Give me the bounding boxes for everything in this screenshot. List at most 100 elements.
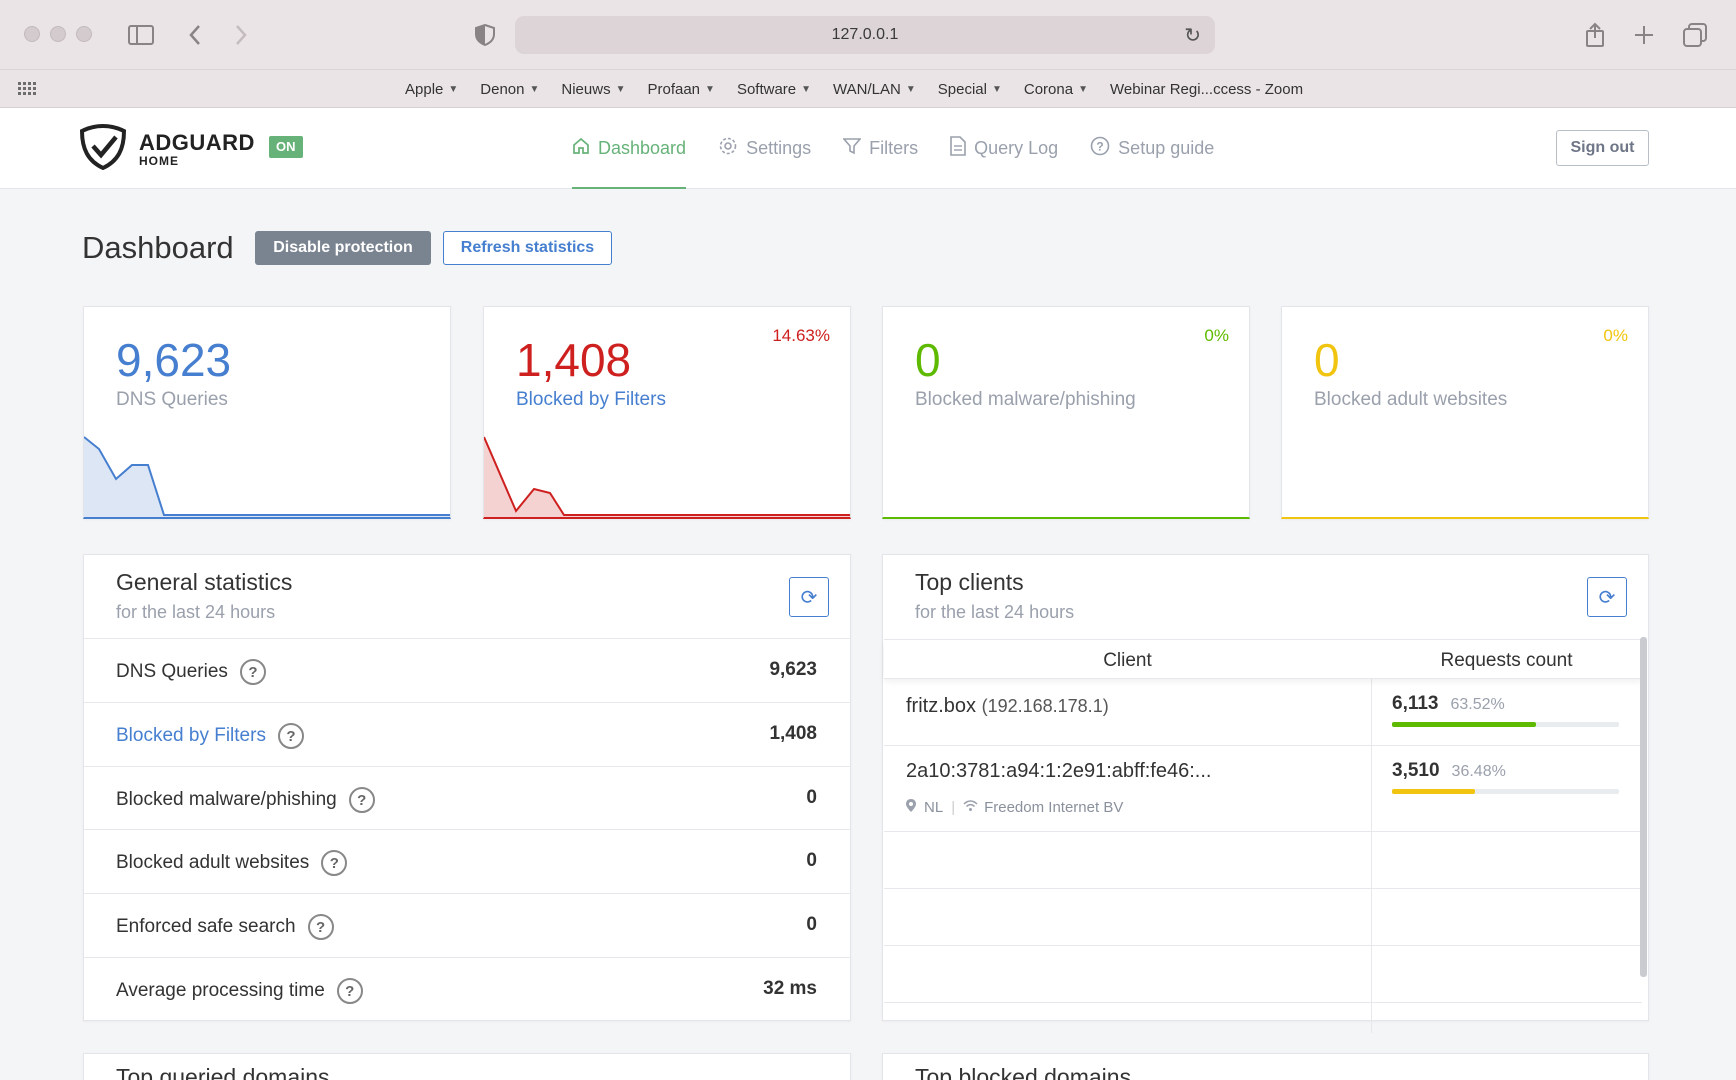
tab-overview-icon[interactable]	[1682, 18, 1708, 52]
client-hostname[interactable]: fritz.box	[906, 695, 976, 717]
minimize-window-button[interactable]	[50, 26, 66, 42]
help-icon[interactable]: ?	[348, 787, 375, 813]
chevron-down-icon: ▼	[801, 83, 812, 95]
column-header-requests-count[interactable]: Requests count	[1371, 650, 1642, 672]
bookmark-folder-denon[interactable]: Denon ▼	[480, 81, 539, 98]
bookmark-folder-corona[interactable]: Corona ▼	[1024, 81, 1088, 98]
stat-card-blocked-adult: 0 Blocked adult websites 0%	[1281, 306, 1649, 519]
new-tab-icon[interactable]	[1631, 18, 1657, 52]
bookmark-label: Denon	[480, 80, 525, 98]
help-icon[interactable]: ?	[307, 914, 334, 940]
column-header-client[interactable]: Client	[884, 650, 1371, 672]
location-pin-icon	[906, 799, 916, 816]
bookmark-label: Nieuws	[561, 80, 611, 98]
stat-label-link[interactable]: Blocked by Filters	[516, 389, 666, 411]
main-nav: Dashboard Settings Filters Query Log ? S…	[572, 108, 1246, 189]
logo-title: ADGUARD	[139, 130, 255, 155]
nav-filters[interactable]: Filters	[842, 108, 919, 189]
request-share-bar	[1392, 722, 1619, 727]
top-clients-scrollbar[interactable]	[1640, 637, 1647, 977]
chevron-down-icon: ▼	[905, 83, 916, 95]
request-count: 6,113 63.52%	[1392, 693, 1505, 715]
bookmark-folder-special[interactable]: Special ▼	[938, 81, 1002, 98]
refresh-general-statistics-button[interactable]: ⟳	[789, 577, 829, 617]
help-icon[interactable]: ?	[336, 978, 363, 1004]
help-icon[interactable]: ?	[321, 850, 348, 876]
nav-query-log[interactable]: Query Log	[950, 108, 1058, 189]
client-hostname[interactable]: 2a10:3781:a94:1:2e91:abff:fe46:...	[906, 760, 1211, 782]
protection-status-badge: ON	[269, 136, 303, 158]
dns-queries-sparkline	[84, 436, 450, 517]
help-icon[interactable]: ?	[239, 659, 266, 685]
sign-out-button[interactable]: Sign out	[1556, 130, 1649, 166]
stat-row-blocked-adult: Blocked adult websites? 0	[84, 829, 850, 893]
request-share-bar	[1392, 789, 1619, 794]
address-bar[interactable]: 127.0.0.1 ↻	[515, 16, 1215, 54]
stat-label: DNS Queries	[116, 389, 228, 410]
row-value: 0	[806, 850, 817, 871]
sidebar-toggle-icon[interactable]	[126, 18, 156, 52]
page-title: Dashboard	[82, 230, 234, 265]
reload-icon[interactable]: ↻	[1184, 23, 1201, 48]
top-clients-table: Client Requests count fritz.box (192.168…	[884, 639, 1642, 1033]
logo-subtitle: HOME	[139, 154, 179, 168]
close-window-button[interactable]	[24, 26, 40, 42]
request-count: 3,510 36.48%	[1392, 760, 1506, 782]
forward-icon[interactable]	[228, 18, 254, 52]
nav-dashboard[interactable]: Dashboard	[572, 108, 687, 189]
bookmark-folder-apple[interactable]: Apple ▼	[405, 81, 458, 98]
row-label: Enforced safe search	[116, 916, 296, 937]
bookmarks-bar: Apple ▼ Denon ▼ Nieuws ▼ Profaan ▼ Software ▼…	[0, 70, 1736, 108]
filter-icon	[842, 137, 862, 160]
refresh-statistics-button[interactable]: Refresh statistics	[443, 231, 612, 265]
svg-text:?: ?	[1097, 140, 1104, 154]
privacy-shield-icon[interactable]	[472, 18, 498, 52]
bookmark-folder-profaan[interactable]: Profaan ▼	[647, 81, 714, 98]
top-blocked-domains-panel: Top blocked domains	[882, 1053, 1649, 1080]
client-country: NL	[924, 799, 944, 816]
client-network: Freedom Internet BV	[984, 799, 1124, 816]
refresh-icon: ⟳	[1598, 586, 1616, 609]
browser-titlebar: 127.0.0.1 ↻	[0, 0, 1736, 70]
zoom-window-button[interactable]	[76, 26, 92, 42]
nav-settings[interactable]: Settings	[718, 108, 811, 189]
apps-grid-icon[interactable]	[18, 82, 36, 96]
stat-card-dns-queries: 9,623 DNS Queries	[83, 306, 451, 519]
stat-row-dns-queries: DNS Queries? 9,623	[84, 638, 850, 702]
chevron-down-icon: ▼	[448, 83, 459, 95]
bookmark-label: Software	[736, 80, 797, 98]
disable-protection-button[interactable]: Disable protection	[255, 231, 431, 265]
bookmark-folder-wan-lan[interactable]: WAN/LAN ▼	[833, 81, 916, 98]
stat-value: 0	[915, 334, 941, 386]
nav-label: Filters	[869, 138, 919, 158]
help-icon[interactable]: ?	[277, 723, 304, 749]
panel-subtitle: for the last 24 hours	[116, 602, 276, 622]
back-icon[interactable]	[182, 18, 208, 52]
stat-row-safe-search: Enforced safe search? 0	[84, 893, 850, 957]
request-share-bar-fill	[1392, 722, 1537, 727]
home-icon	[572, 137, 590, 160]
refresh-top-clients-button[interactable]: ⟳	[1587, 577, 1627, 617]
bookmark-folder-nieuws[interactable]: Nieuws ▼	[561, 81, 625, 98]
share-icon[interactable]	[1582, 18, 1608, 52]
nav-setup-guide[interactable]: ? Setup guide	[1090, 108, 1214, 189]
row-label-link[interactable]: Blocked by Filters	[116, 725, 266, 747]
bookmark-label: Apple	[405, 80, 444, 98]
row-label: Blocked malware/phishing	[116, 789, 337, 810]
bookmark-folder-software[interactable]: Software ▼	[737, 81, 811, 98]
row-label: Blocked adult websites	[116, 852, 310, 873]
bookmark-webinar-zoom[interactable]: Webinar Regi...ccess - Zoom	[1110, 81, 1303, 98]
stat-value: 9,623	[116, 334, 232, 386]
chevron-down-icon: ▼	[705, 83, 715, 95]
document-icon	[950, 136, 966, 161]
stat-value: 0	[1314, 334, 1340, 386]
client-name: 2a10:3781:a94:1:2e91:abff:fe46:...	[906, 760, 1211, 783]
table-row[interactable]: 2a10:3781:a94:1:2e91:abff:fe46:... NL | …	[884, 746, 1642, 832]
blocked-filters-sparkline	[484, 436, 850, 517]
stat-card-blocked-malware: 0 Blocked malware/phishing 0%	[882, 306, 1250, 519]
stat-percent: 0%	[1603, 326, 1628, 345]
panel-title: Top clients	[915, 569, 1024, 595]
table-header: Client Requests count	[884, 639, 1642, 679]
table-row[interactable]: fritz.box (192.168.178.1) 6,113 63.52%	[884, 679, 1642, 746]
bookmark-label: Special	[937, 80, 987, 98]
